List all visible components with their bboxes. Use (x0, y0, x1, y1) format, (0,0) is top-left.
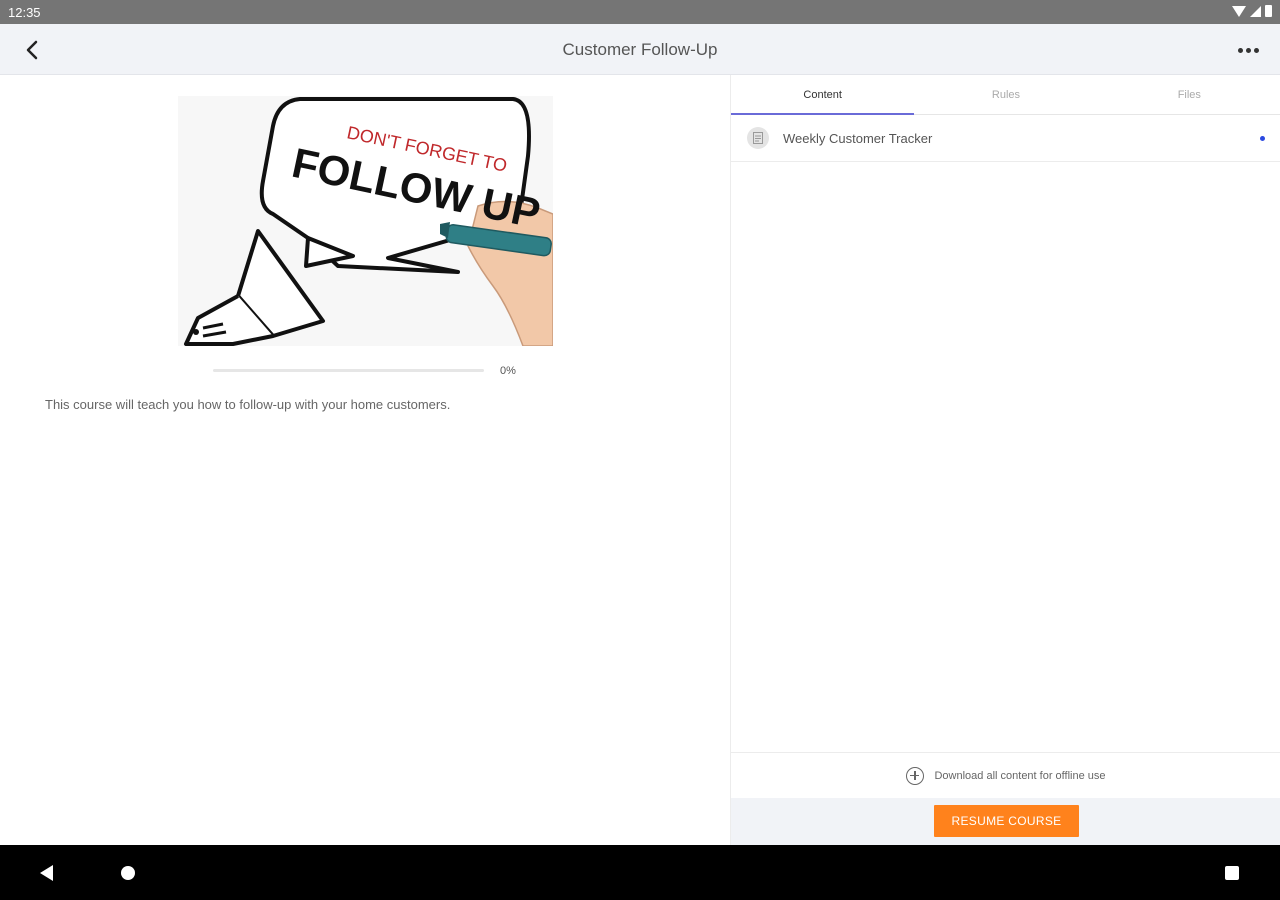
system-nav-bar (0, 845, 1280, 900)
nav-home-icon[interactable] (121, 866, 135, 880)
download-offline-label: Download all content for offline use (934, 769, 1106, 782)
download-offline-button[interactable]: Download all content for offline use (731, 752, 1280, 798)
resume-course-button[interactable]: RESUME COURSE (934, 805, 1079, 837)
course-image: DON'T FORGET TO FOLLOW UP (178, 96, 553, 346)
course-progress-bar (213, 369, 484, 372)
course-overview-pane: DON'T FORGET TO FOLLOW UP 0% This course… (0, 75, 730, 845)
content-item-label: Weekly Customer Tracker (783, 131, 933, 146)
tab-bar: Content Rules Files (731, 75, 1280, 115)
unread-indicator (1260, 136, 1265, 141)
course-description: This course will teach you how to follow… (45, 397, 451, 412)
footer-bar: RESUME COURSE (731, 798, 1280, 845)
signal-icon (1250, 5, 1261, 17)
plus-circle-icon (906, 766, 925, 785)
course-content-pane: Content Rules Files Weekly Customer Trac… (730, 75, 1280, 845)
status-icons (1232, 5, 1272, 17)
battery-icon (1265, 5, 1272, 17)
tab-content[interactable]: Content (731, 75, 915, 115)
app-bar: Customer Follow-Up (0, 24, 1280, 75)
wifi-icon (1232, 5, 1246, 17)
more-options-button[interactable] (1232, 36, 1264, 64)
content-list-item[interactable]: Weekly Customer Tracker (731, 115, 1280, 162)
document-icon (747, 127, 769, 149)
more-horizontal-icon (1237, 47, 1243, 53)
status-time: 12:35 (8, 5, 41, 20)
tab-files[interactable]: Files (1098, 75, 1280, 114)
nav-back-icon[interactable] (40, 865, 53, 881)
tab-rules[interactable]: Rules (914, 75, 1097, 114)
nav-recents-icon[interactable] (1225, 866, 1239, 880)
status-bar: 12:35 (0, 0, 1280, 24)
course-progress-label: 0% (500, 365, 516, 377)
page-title: Customer Follow-Up (562, 40, 718, 59)
